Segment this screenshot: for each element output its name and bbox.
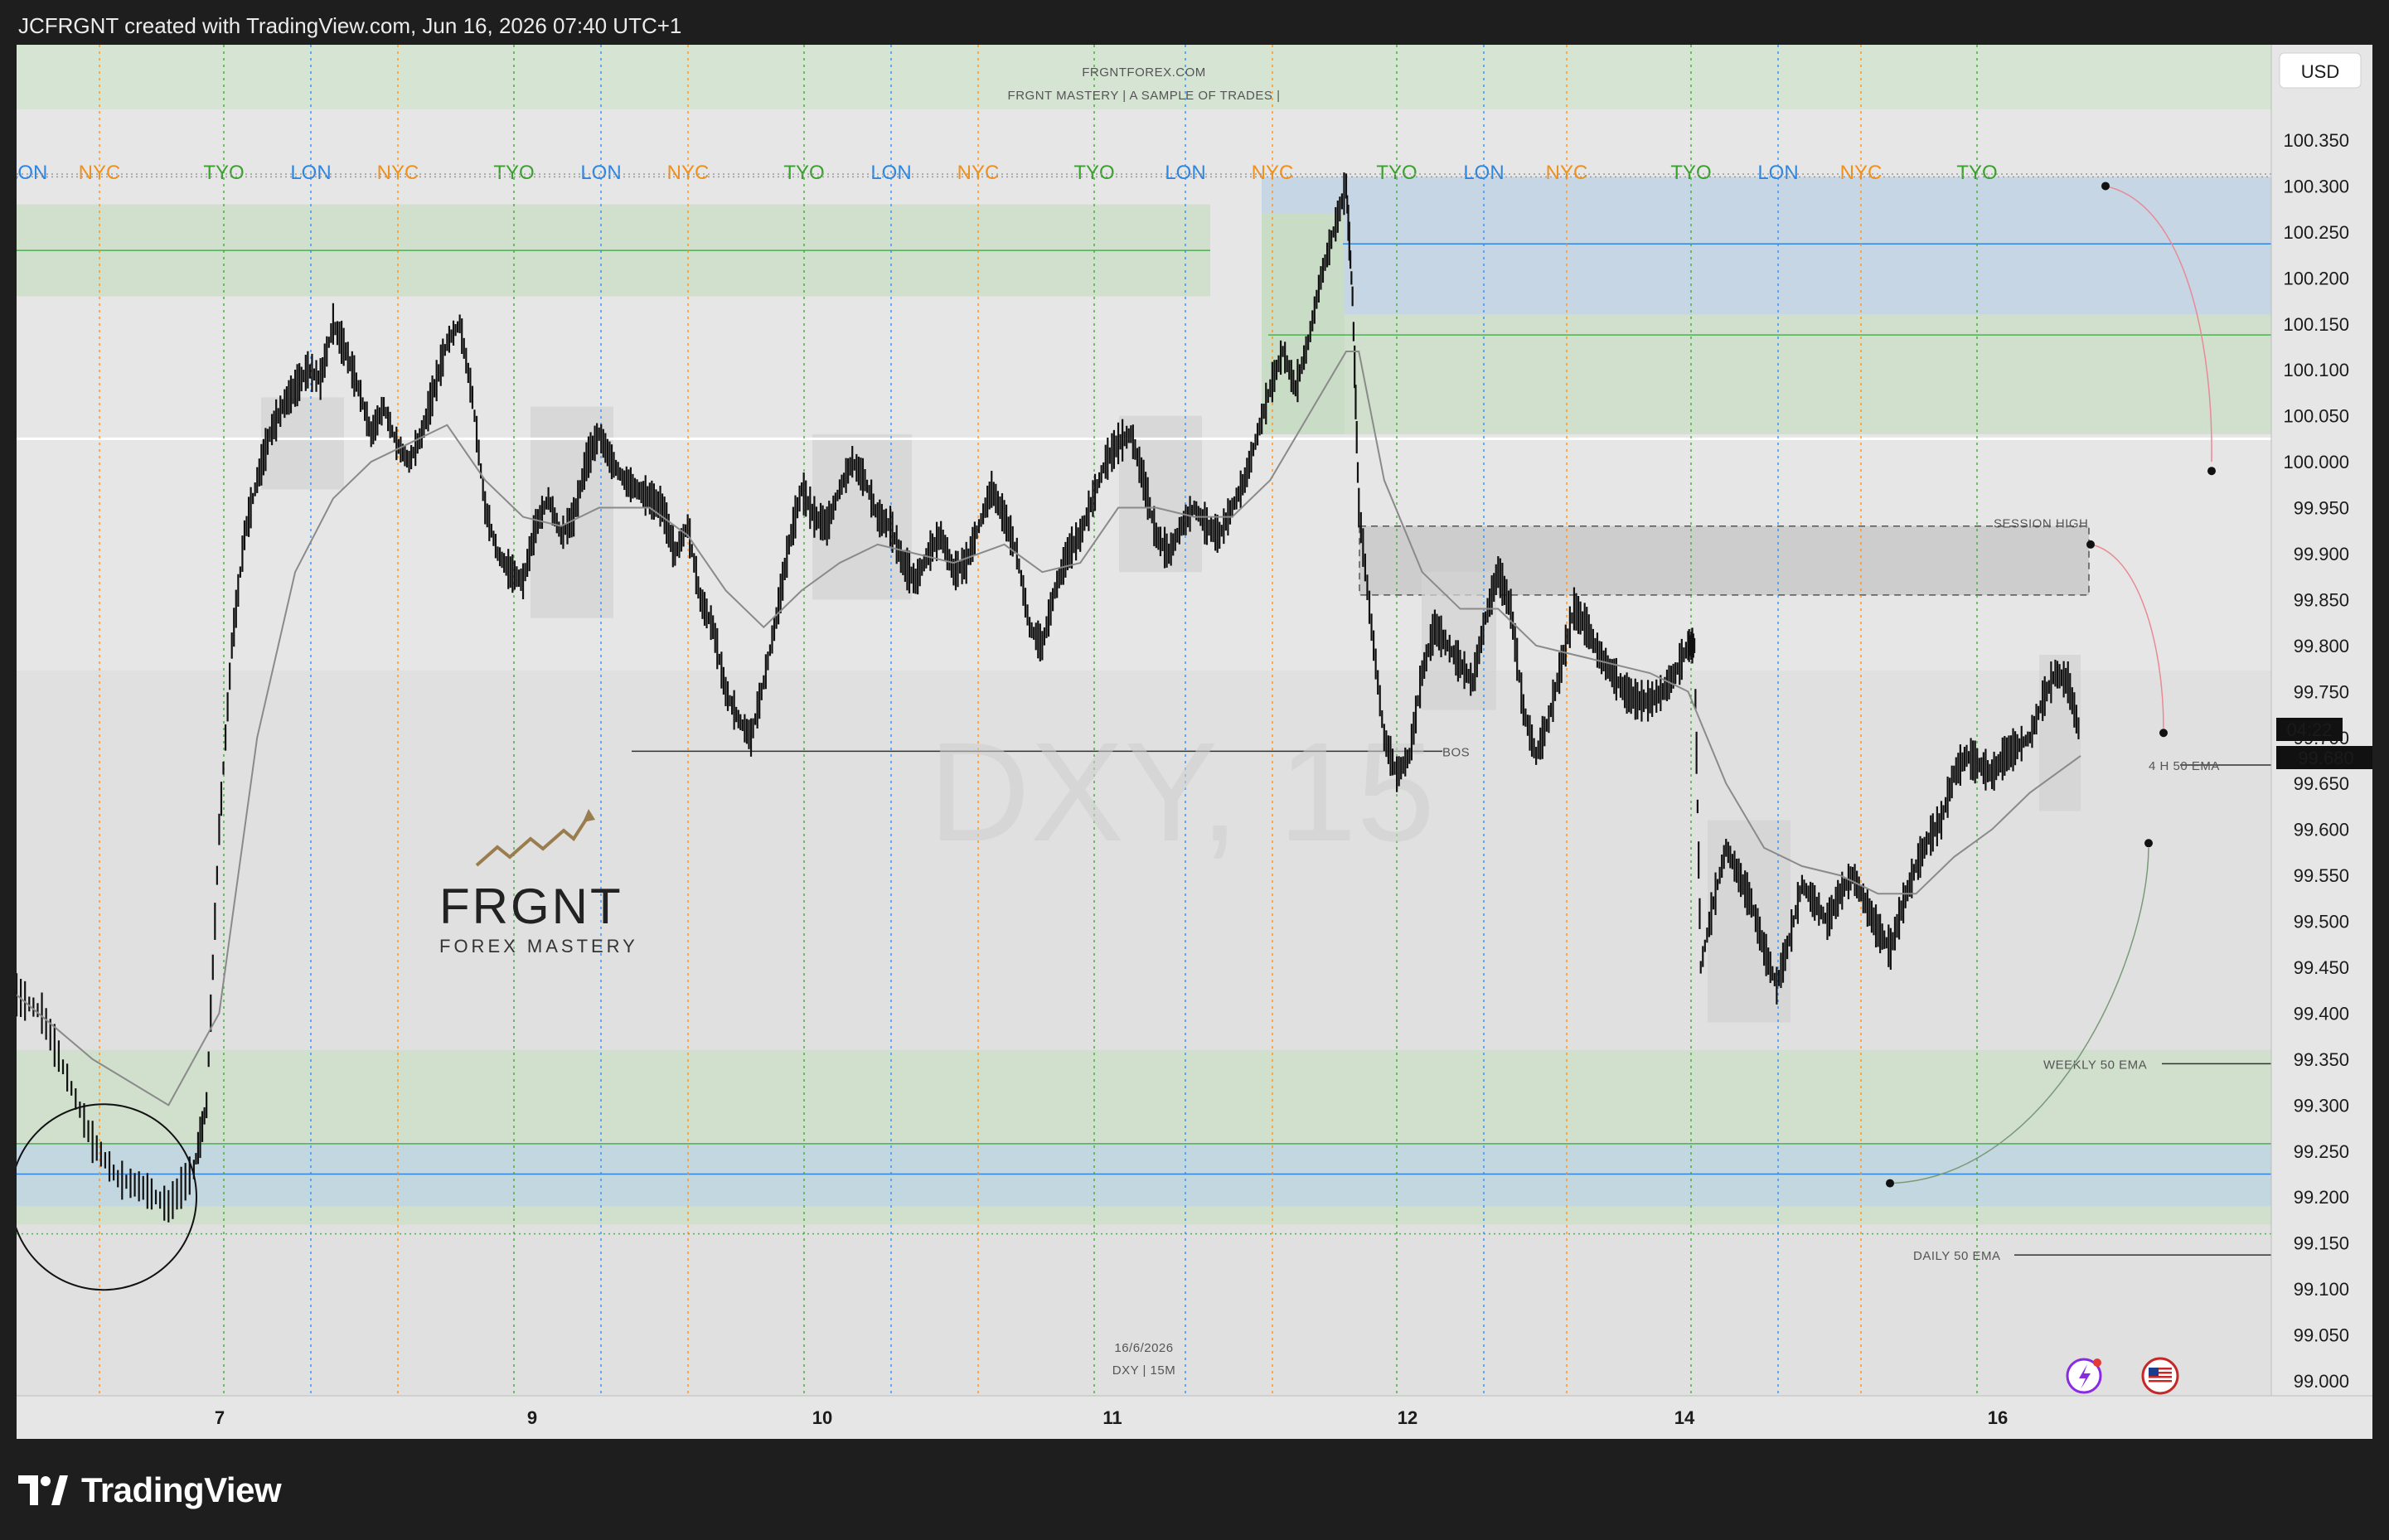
weekly-ema-label: WEEKLY 50 EMA [2043,1058,2147,1072]
y-tick-18: 99.450 [2294,957,2349,978]
lightning-icon[interactable] [2066,1358,2102,1394]
banner-line-2: FRGNT MASTERY | A SAMPLE OF TRADES | [1008,89,1281,103]
last-price-label: 99.680 [2298,748,2353,768]
logo-chart-icon [475,814,590,867]
projection-dot-2a [2086,540,2095,549]
us-flag-canton [2149,1368,2159,1376]
session-label-1: TYO [203,162,244,184]
y-tick-27: 99.000 [2294,1371,2349,1392]
banner-line-1: FRGNTFOREX.COM [1082,65,1206,80]
y-tick-6: 100.050 [2283,406,2349,427]
symbol-watermark: DXY, 15 [928,714,1435,871]
y-tick-10: 99.850 [2294,589,2349,610]
session-label-6: NYC [667,162,710,184]
price-chart[interactable]: NYC TYO LON NYC TYO LON NYC TYO LON NYC TYO LON NYC T… [17,45,2372,1439]
currency-button-label: USD [2301,61,2339,82]
countdown-label: 04:22 [2286,719,2332,740]
session-label-7: TYO [783,162,824,184]
y-tick-26: 99.050 [2294,1325,2349,1346]
supply-zone-blue [1262,177,2271,315]
y-tick-8: 99.950 [2294,498,2349,519]
bos-label: BOS [1442,745,1470,759]
y-tick-9: 99.900 [2294,544,2349,564]
session-label-5: LON [580,162,621,184]
us-flag-icon[interactable] [2141,1357,2179,1395]
demand-zone-inner [17,1143,2271,1207]
us-flag-stripe [2149,1376,2172,1378]
bottom-symbol: DXY | 15M [1112,1363,1175,1378]
session-label-11: LON [1165,162,1205,184]
session-label-10: TYO [1073,162,1114,184]
x-tick-1: 9 [527,1407,537,1428]
y-tick-5: 100.100 [2283,360,2349,380]
session-label-19: TYO [1956,162,1997,184]
y-tick-19: 99.400 [2294,1003,2349,1024]
logo-title: FRGNT [439,879,623,934]
y-tick-25: 99.100 [2294,1279,2349,1300]
time-axis-panel [17,1396,2372,1439]
daily-ema-label: DAILY 50 EMA [1913,1249,2001,1263]
y-tick-0: 100.350 [2283,130,2349,151]
y-tick-3: 100.200 [2283,268,2349,288]
session-label-12: NYC [1252,162,1294,184]
tradingview-logo-icon [18,1475,68,1505]
session-label-14: LON [1463,162,1504,184]
logo-subtitle: FOREX MASTERY [439,936,638,956]
projection-dot-3a [1886,1179,1894,1188]
bottom-date: 16/6/2026 [1114,1341,1173,1355]
session-high-label: SESSION HIGH [1994,516,2088,530]
currency-button[interactable]: USD [2279,52,2362,89]
x-tick-4: 12 [1398,1407,1417,1428]
projection-dot-1b [2207,467,2216,476]
y-tick-12: 99.750 [2294,681,2349,702]
session-label-18: NYC [1840,162,1883,184]
y-tick-22: 99.250 [2294,1141,2349,1162]
y-tick-21: 99.300 [2294,1095,2349,1116]
session-label-16: TYO [1670,162,1711,184]
y-tick-14: 99.650 [2294,773,2349,794]
projection-dot-3b [2144,839,2153,848]
ema-4h-label: 4 H 50 EMA [2149,759,2220,773]
y-tick-16: 99.550 [2294,865,2349,886]
session-label-9: NYC [957,162,1000,184]
logo-arrow-icon [583,809,595,822]
tradingview-brand: TradingView [81,1470,282,1509]
lightning-icon-dot [2093,1358,2101,1367]
projection-dot-1a [2101,182,2110,191]
x-tick-0: 7 [215,1407,225,1428]
chart-area[interactable]: NYC TYO LON NYC TYO LON NYC TYO LON NYC TYO LON NYC T… [17,45,2372,1439]
y-tick-7: 100.000 [2283,452,2349,472]
zones-layer [17,45,2271,1235]
us-flag-stripe [2149,1380,2172,1383]
session-label-0: NYC [79,162,121,184]
top-credit-bar: JCFRGNT created with TradingView.com, Ju… [0,0,2389,45]
credit-text: JCFRGNT created with TradingView.com, Ju… [18,13,682,38]
frgnt-logo: FRGNTFOREX MASTERY [439,809,638,956]
session-label-15: NYC [1546,162,1588,184]
tradingview-logo[interactable]: TradingView [18,1469,282,1512]
session-label-3: NYC [377,162,419,184]
supply-zone-green [1262,314,2271,434]
x-tick-3: 11 [1102,1407,1122,1428]
y-tick-24: 99.150 [2294,1233,2349,1254]
y-tick-11: 99.800 [2294,636,2349,656]
footer-bar [0,1439,2389,1540]
x-tick-5: 14 [1674,1407,1695,1428]
session-label-2: LON [290,162,331,184]
x-tick-6: 16 [1988,1407,2008,1428]
session-label-4: TYO [493,162,534,184]
session-label-13: TYO [1376,162,1417,184]
session-label-clipped: LON [17,162,47,184]
y-tick-2: 100.250 [2283,222,2349,243]
y-tick-1: 100.300 [2283,176,2349,196]
y-tick-4: 100.150 [2283,314,2349,335]
x-tick-2: 10 [812,1407,832,1428]
y-tick-20: 99.350 [2294,1049,2349,1070]
session-label-8: LON [870,162,911,184]
y-tick-23: 99.200 [2294,1187,2349,1208]
session-label-17: LON [1757,162,1798,184]
y-tick-15: 99.600 [2294,820,2349,840]
projection-dot-2b [2159,729,2168,738]
y-tick-17: 99.500 [2294,912,2349,932]
